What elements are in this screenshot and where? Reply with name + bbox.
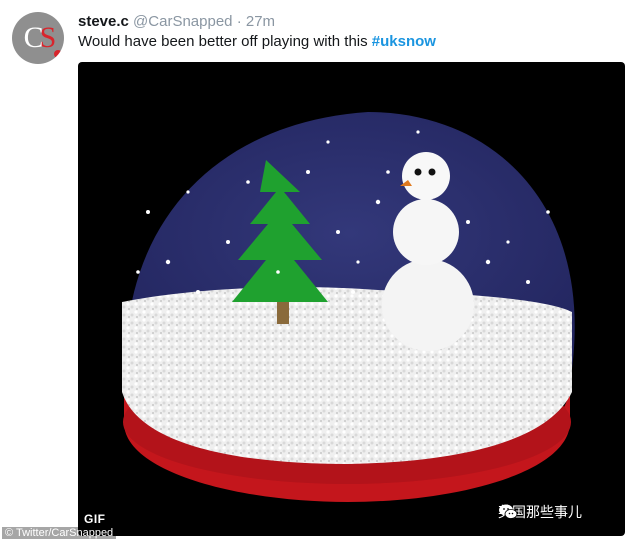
tweet-body: Would have been better off playing with …	[78, 33, 372, 50]
tweet-header: steve.c @CarSnapped · 27m	[78, 12, 275, 32]
image-credit: © Twitter/CarSnapped	[2, 527, 117, 539]
tweet: CS steve.c @CarSnapped · 27m Would have …	[0, 0, 634, 541]
avatar-logo: CS	[18, 23, 58, 53]
snowman-eye	[428, 168, 436, 176]
display-name[interactable]: steve.c	[78, 13, 129, 30]
gif-badge[interactable]: GIF	[84, 512, 106, 526]
avatar-dot	[54, 50, 62, 58]
hashtag-link[interactable]: #uksnow	[372, 33, 436, 50]
tweet-text: Would have been better off playing with …	[78, 32, 436, 52]
separator-dot: ·	[236, 13, 242, 30]
snowman-head	[402, 152, 450, 200]
user-handle[interactable]: @CarSnapped	[133, 13, 232, 30]
wechat-icon	[499, 504, 518, 519]
avatar[interactable]: CS	[12, 12, 64, 64]
watermark: 英国那些事儿	[498, 502, 582, 522]
snowman-bottom	[382, 259, 474, 351]
snowman-middle	[393, 199, 459, 265]
tweet-media[interactable]: GIF 英国那些事儿	[78, 62, 625, 536]
timestamp[interactable]: 27m	[246, 13, 275, 30]
avatar-letter-c: C	[23, 21, 44, 54]
tree-trunk	[277, 302, 289, 324]
avatar-letter-s: S	[39, 21, 57, 54]
snow-ground	[122, 287, 572, 464]
snowman-eye	[414, 168, 422, 176]
snow-globe-image	[122, 112, 575, 502]
